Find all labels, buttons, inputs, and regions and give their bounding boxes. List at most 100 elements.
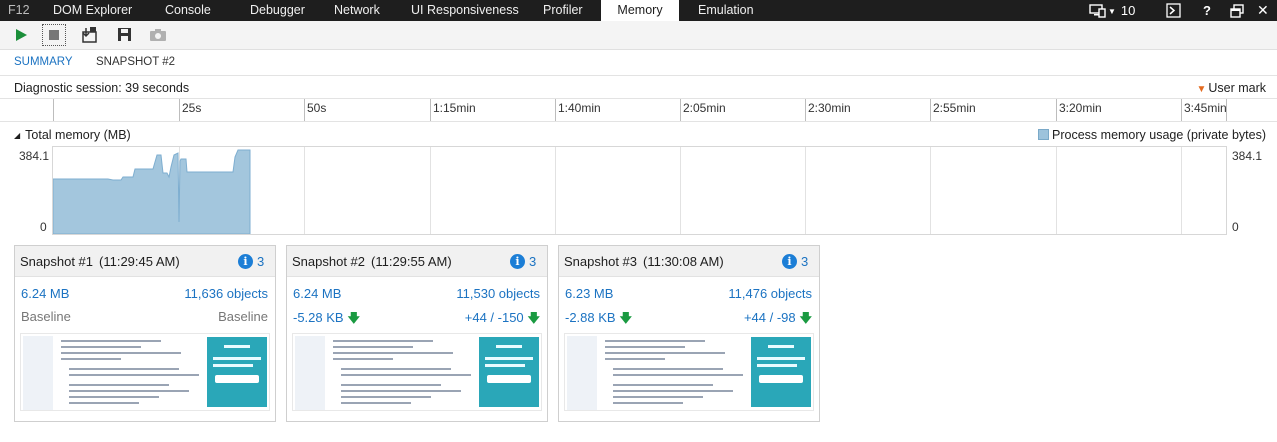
size-baseline: Baseline (21, 309, 71, 324)
ruler-label: 2:05min (683, 101, 726, 115)
legend-swatch (1038, 129, 1050, 140)
timeline-ruler[interactable]: 25s 50s 1:15min 1:40min 2:05min 2:30min … (0, 98, 1277, 122)
info-icon[interactable]: i (238, 254, 253, 269)
snapshot-thumbnail[interactable] (20, 333, 270, 411)
snapshot-title: Snapshot #3 (11:30:08 AM) (564, 254, 724, 269)
info-icon[interactable]: i (782, 254, 797, 269)
ruler-tick (53, 99, 54, 121)
ruler-label: 2:55min (933, 101, 976, 115)
play-icon[interactable] (9, 24, 33, 46)
objects-delta-link[interactable]: +44 / -98 🡇 (744, 309, 812, 330)
ruler-tick (304, 99, 305, 121)
total-memory-title: Total memory (MB) (25, 128, 131, 142)
ruler-label: 1:40min (558, 101, 601, 115)
size-delta-value: -2.88 KB (565, 310, 616, 325)
help-icon[interactable]: ? (1203, 0, 1211, 21)
ruler-label: 25s (182, 101, 202, 115)
snapshot-card-header: Snapshot #1 (11:29:45 AM) i 3 (15, 246, 275, 277)
tab-memory[interactable]: Memory (601, 0, 679, 21)
tab-ui-responsiveness[interactable]: UI Responsiveness (411, 0, 519, 21)
ruler-tick (930, 99, 931, 121)
tab-debugger[interactable]: Debugger (250, 0, 305, 21)
thumbnail-text-line (341, 374, 471, 376)
memory-toolbar (0, 21, 1277, 50)
ruler-label: 2:30min (808, 101, 851, 115)
memory-graph[interactable] (52, 146, 1227, 235)
thumbnail-text-line (333, 352, 453, 354)
device-target-icon[interactable]: ▼ 10 (1089, 0, 1141, 21)
ruler-tick (555, 99, 556, 121)
snapshot-thumbnail[interactable] (564, 333, 814, 411)
snapshot-size-link[interactable]: 6.24 MB (21, 286, 69, 301)
snapshot-objects-link[interactable]: 11,636 objects (184, 286, 268, 301)
snapshot-thumbnail[interactable] (292, 333, 542, 411)
tab-dom-explorer[interactable]: DOM Explorer (53, 0, 132, 21)
thumbnail-banner-line (757, 357, 805, 360)
info-count[interactable]: 3 (801, 254, 808, 269)
info-count[interactable]: 3 (257, 254, 264, 269)
snapshot-name: Snapshot #2 (292, 254, 366, 269)
save-icon[interactable] (112, 24, 136, 46)
stop-icon[interactable] (42, 24, 66, 46)
decrease-arrow-icon: 🡇 (347, 311, 360, 325)
thumbnail-text-line (69, 368, 179, 370)
thumbnail-banner (207, 337, 267, 407)
ruler-label: 50s (307, 101, 327, 115)
ruler-tick (1056, 99, 1057, 121)
thumbnail-sidebar (295, 336, 325, 410)
undock-icon[interactable] (1230, 0, 1244, 21)
ruler-label: 3:45min (1184, 101, 1227, 115)
snapshot-card: Snapshot #3 (11:30:08 AM) i 3 6.23 MB 11,476 … (558, 245, 820, 422)
thumbnail-text-line (613, 396, 703, 398)
user-mark-icon: ▼ (1196, 84, 1207, 95)
total-memory-header[interactable]: ◢ Total memory (MB) (14, 128, 131, 142)
snapshot-objects-link[interactable]: 11,530 objects (456, 286, 540, 301)
info-icon[interactable]: i (510, 254, 525, 269)
target-count: 10 (1120, 3, 1136, 18)
thumbnail-text-line (613, 384, 713, 386)
objects-delta-link[interactable]: +44 / -150 🡇 (465, 309, 540, 330)
ruler-tick (805, 99, 806, 121)
thumbnail-banner-button (759, 375, 803, 383)
snapshot-time: (11:29:45 AM) (99, 254, 180, 269)
objects-delta-value: +44 / -150 (464, 310, 524, 325)
size-delta-link[interactable]: -5.28 KB 🡇 (293, 309, 360, 330)
thumbnail-banner-line (224, 345, 250, 348)
y-axis-max-left: 384.1 (19, 149, 50, 163)
size-delta-link[interactable]: -2.88 KB 🡇 (565, 309, 632, 330)
thumbnail-banner-line (768, 345, 794, 348)
info-count[interactable]: 3 (529, 254, 536, 269)
snapshot-card: Snapshot #1 (11:29:45 AM) i 3 6.24 MB 11,636 … (14, 245, 276, 422)
snapshot-size-link[interactable]: 6.23 MB (565, 286, 613, 301)
thumbnail-text-line (69, 390, 189, 392)
thumbnail-banner-line (757, 364, 797, 367)
collapse-triangle-icon[interactable]: ◢ (14, 131, 20, 140)
tab-profiler[interactable]: Profiler (543, 0, 583, 21)
ruler-tick (1226, 99, 1227, 121)
thumbnail-text-line (341, 368, 451, 370)
subtab-summary[interactable]: SUMMARY (14, 56, 73, 68)
close-icon[interactable]: ✕ (1257, 0, 1269, 21)
snapshot-time: (11:29:55 AM) (371, 254, 452, 269)
tab-console[interactable]: Console (165, 0, 211, 21)
snapshot-title: Snapshot #2 (11:29:55 AM) (292, 254, 452, 269)
tab-emulation[interactable]: Emulation (698, 0, 754, 21)
thumbnail-banner-line (485, 364, 525, 367)
import-icon[interactable] (78, 24, 102, 46)
snapshot-size-link[interactable]: 6.24 MB (293, 286, 341, 301)
thumbnail-sidebar (567, 336, 597, 410)
thumbnail-banner-line (485, 357, 533, 360)
ruler-tick (1181, 99, 1182, 121)
snapshot-objects-link[interactable]: 11,476 objects (728, 286, 812, 301)
console-icon[interactable] (1166, 0, 1181, 21)
tab-network[interactable]: Network (334, 0, 380, 21)
ruler-tick (680, 99, 681, 121)
subtab-snapshot-2[interactable]: SNAPSHOT #2 (96, 56, 175, 68)
thumbnail-banner (751, 337, 811, 407)
thumbnail-text-line (61, 358, 121, 360)
thumbnail-text-line (333, 358, 393, 360)
camera-icon (146, 24, 170, 46)
decrease-arrow-icon: 🡇 (799, 311, 812, 325)
y-axis-min-left: 0 (40, 220, 47, 234)
thumbnail-text-line (333, 340, 433, 342)
